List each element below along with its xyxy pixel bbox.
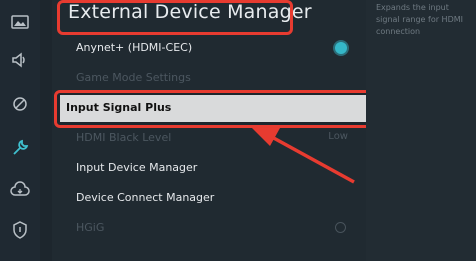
pointer-arrow-icon bbox=[252, 128, 355, 184]
